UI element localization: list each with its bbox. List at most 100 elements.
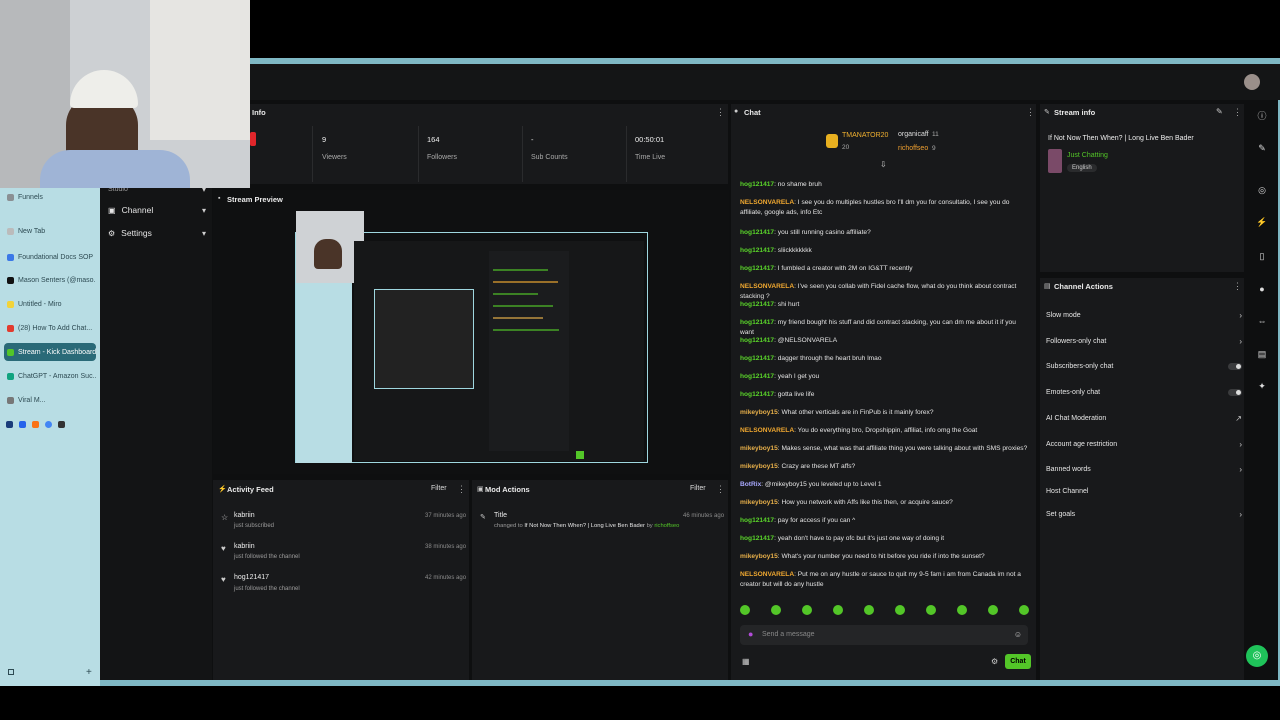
chat-username[interactable]: hog121417 xyxy=(740,517,774,524)
chat-message: hog121417: shi hurt xyxy=(740,300,1030,310)
nav-item-channel[interactable]: ▣ Channel ▾ xyxy=(108,205,206,215)
leaderboard-third-name[interactable]: richoffseo xyxy=(898,145,928,152)
channel-action-item[interactable]: Banned words › xyxy=(1046,465,1242,474)
leaderboard-first-name[interactable]: TMANATOR20 xyxy=(842,132,888,139)
tab-icon-amazon[interactable] xyxy=(58,420,65,428)
channel-action-item[interactable]: Slow mode › xyxy=(1046,311,1242,320)
category-link[interactable]: Just Chatting xyxy=(1067,152,1108,159)
chat-username[interactable]: BotRix xyxy=(740,481,761,488)
tab-icon-k[interactable] xyxy=(6,420,13,428)
channel-action-item[interactable]: AI Chat Moderation ↗ xyxy=(1046,414,1242,423)
lightning-icon[interactable]: ⚡ xyxy=(1256,216,1268,228)
more-options-icon[interactable]: ⋮ xyxy=(1026,107,1035,118)
channel-action-item[interactable]: Subscribers-only chat xyxy=(1046,363,1242,370)
tab-icon-g[interactable] xyxy=(45,420,52,428)
browser-tab[interactable]: Mason Senters (@maso... xyxy=(4,271,96,289)
layout-icon[interactable]: ▯ xyxy=(1256,250,1268,262)
nav-item-settings[interactable]: ⚙ Settings ▾ xyxy=(108,228,206,238)
chat-username[interactable]: mikeyboy15 xyxy=(740,499,778,506)
emote-icon[interactable] xyxy=(771,605,781,615)
chat-username[interactable]: hog121417 xyxy=(740,229,774,236)
toggle-switch[interactable] xyxy=(1228,363,1242,370)
emote-icon[interactable] xyxy=(864,605,874,615)
gear-icon[interactable]: ⚙ xyxy=(991,657,998,666)
chat-username[interactable]: hog121417 xyxy=(740,301,774,308)
chat-input[interactable]: ● Send a message ☺ xyxy=(740,625,1028,645)
chat-username[interactable]: hog121417 xyxy=(740,337,774,344)
chat-username[interactable]: mikeyboy15 xyxy=(740,553,778,560)
browser-tab[interactable]: Stream - Kick Dashboard xyxy=(4,343,96,361)
emoji-icon[interactable]: ☺ xyxy=(1014,630,1022,639)
browser-tab[interactable]: (28) How To Add Chat... xyxy=(4,319,96,337)
emote-icon[interactable] xyxy=(988,605,998,615)
list-icon[interactable]: ▤ xyxy=(1256,348,1268,360)
pencil-icon[interactable]: ✎ xyxy=(1256,142,1268,154)
browser-tab[interactable]: ChatGPT - Amazon Suc... xyxy=(4,367,96,385)
channel-action-item[interactable]: Emotes-only chat xyxy=(1046,389,1242,396)
target-icon[interactable]: ◎ xyxy=(1256,184,1268,196)
tab-icon-a[interactable] xyxy=(19,420,26,428)
support-chat-icon[interactable]: ◎ xyxy=(1246,645,1268,667)
tab-icon-o[interactable] xyxy=(32,420,39,428)
chat-username[interactable]: NELSONVARELA xyxy=(740,571,794,578)
emote-icon[interactable] xyxy=(926,605,936,615)
more-options-icon[interactable]: ⋮ xyxy=(1233,107,1242,118)
chat-username[interactable]: hog121417 xyxy=(740,355,774,362)
chat-username[interactable]: hog121417 xyxy=(740,535,774,542)
sidebar-bottom-icon[interactable] xyxy=(8,669,14,675)
emote-icon[interactable] xyxy=(1019,605,1029,615)
emote-icon[interactable] xyxy=(802,605,812,615)
toggle-switch[interactable] xyxy=(1228,389,1242,396)
chat-username[interactable]: NELSONVARELA xyxy=(740,199,794,206)
browser-tab[interactable]: New Tab xyxy=(4,222,96,240)
chat-username[interactable]: hog121417 xyxy=(740,373,774,380)
browser-tab[interactable]: Foundational Docs SOP xyxy=(4,248,96,266)
edit-icon[interactable]: ✎ xyxy=(1216,107,1223,116)
chat-username[interactable]: hog121417 xyxy=(740,391,774,398)
more-options-icon[interactable]: ⋮ xyxy=(1233,281,1242,292)
arrows-icon[interactable]: ⇔ xyxy=(1256,315,1268,327)
send-chat-button[interactable]: Chat xyxy=(1005,654,1031,669)
activity-filter-button[interactable]: Filter xyxy=(431,485,447,492)
feed-username[interactable]: kabriin xyxy=(234,512,255,519)
more-options-icon[interactable]: ⋮ xyxy=(716,484,725,495)
channel-action-item[interactable]: Account age restriction › xyxy=(1046,440,1242,449)
feed-username[interactable]: kabriin xyxy=(234,543,255,550)
chat-icon[interactable]: ● xyxy=(1256,283,1268,295)
browser-tab[interactable]: Untitled - Miro xyxy=(4,295,96,313)
chat-username[interactable]: hog121417 xyxy=(740,265,774,272)
browser-tab[interactable]: Viral M... xyxy=(4,391,96,409)
chat-username[interactable]: NELSONVARELA xyxy=(740,283,794,290)
new-tab-plus-icon[interactable]: + xyxy=(86,667,92,678)
chat-username[interactable]: hog121417 xyxy=(740,181,774,188)
mod-filter-button[interactable]: Filter xyxy=(690,485,706,492)
more-options-icon[interactable]: ⋮ xyxy=(716,107,725,118)
wrench-icon[interactable]: ✦ xyxy=(1256,380,1268,392)
emote-icon[interactable] xyxy=(895,605,905,615)
chat-username[interactable]: mikeyboy15 xyxy=(740,409,778,416)
chat-username[interactable]: NELSONVARELA xyxy=(740,427,794,434)
emote-icon[interactable] xyxy=(833,605,843,615)
chat-username[interactable]: mikeyboy15 xyxy=(740,463,778,470)
channel-action-item[interactable]: Followers-only chat › xyxy=(1046,337,1242,346)
chat-bubble-icon: ● xyxy=(734,108,739,115)
emote-icon[interactable] xyxy=(957,605,967,615)
channel-action-item[interactable]: Host Channel xyxy=(1046,488,1242,495)
mod-action-user[interactable]: richoffseo xyxy=(654,523,679,529)
mod-actions-title: Mod Actions xyxy=(485,485,530,494)
browser-tab[interactable]: Funnels xyxy=(4,188,96,206)
chat-username[interactable]: hog121417 xyxy=(740,319,774,326)
feed-username[interactable]: hog121417 xyxy=(234,574,269,581)
emote-icon[interactable] xyxy=(740,605,750,615)
leaderboard-second-name[interactable]: organicaff xyxy=(898,131,929,138)
stream-preview-video[interactable] xyxy=(295,211,648,463)
chat-username[interactable]: mikeyboy15 xyxy=(740,445,778,452)
channel-action-item[interactable]: Set goals › xyxy=(1046,510,1242,519)
pinned-collapse-icon[interactable]: ⇩ xyxy=(880,160,887,169)
chat-username[interactable]: hog121417 xyxy=(740,247,774,254)
preview-chat-line xyxy=(493,269,548,271)
calendar-icon[interactable]: ▦ xyxy=(742,657,750,666)
info-icon[interactable]: ⓘ xyxy=(1256,110,1268,122)
user-avatar[interactable] xyxy=(1244,74,1260,90)
more-options-icon[interactable]: ⋮ xyxy=(457,484,466,495)
